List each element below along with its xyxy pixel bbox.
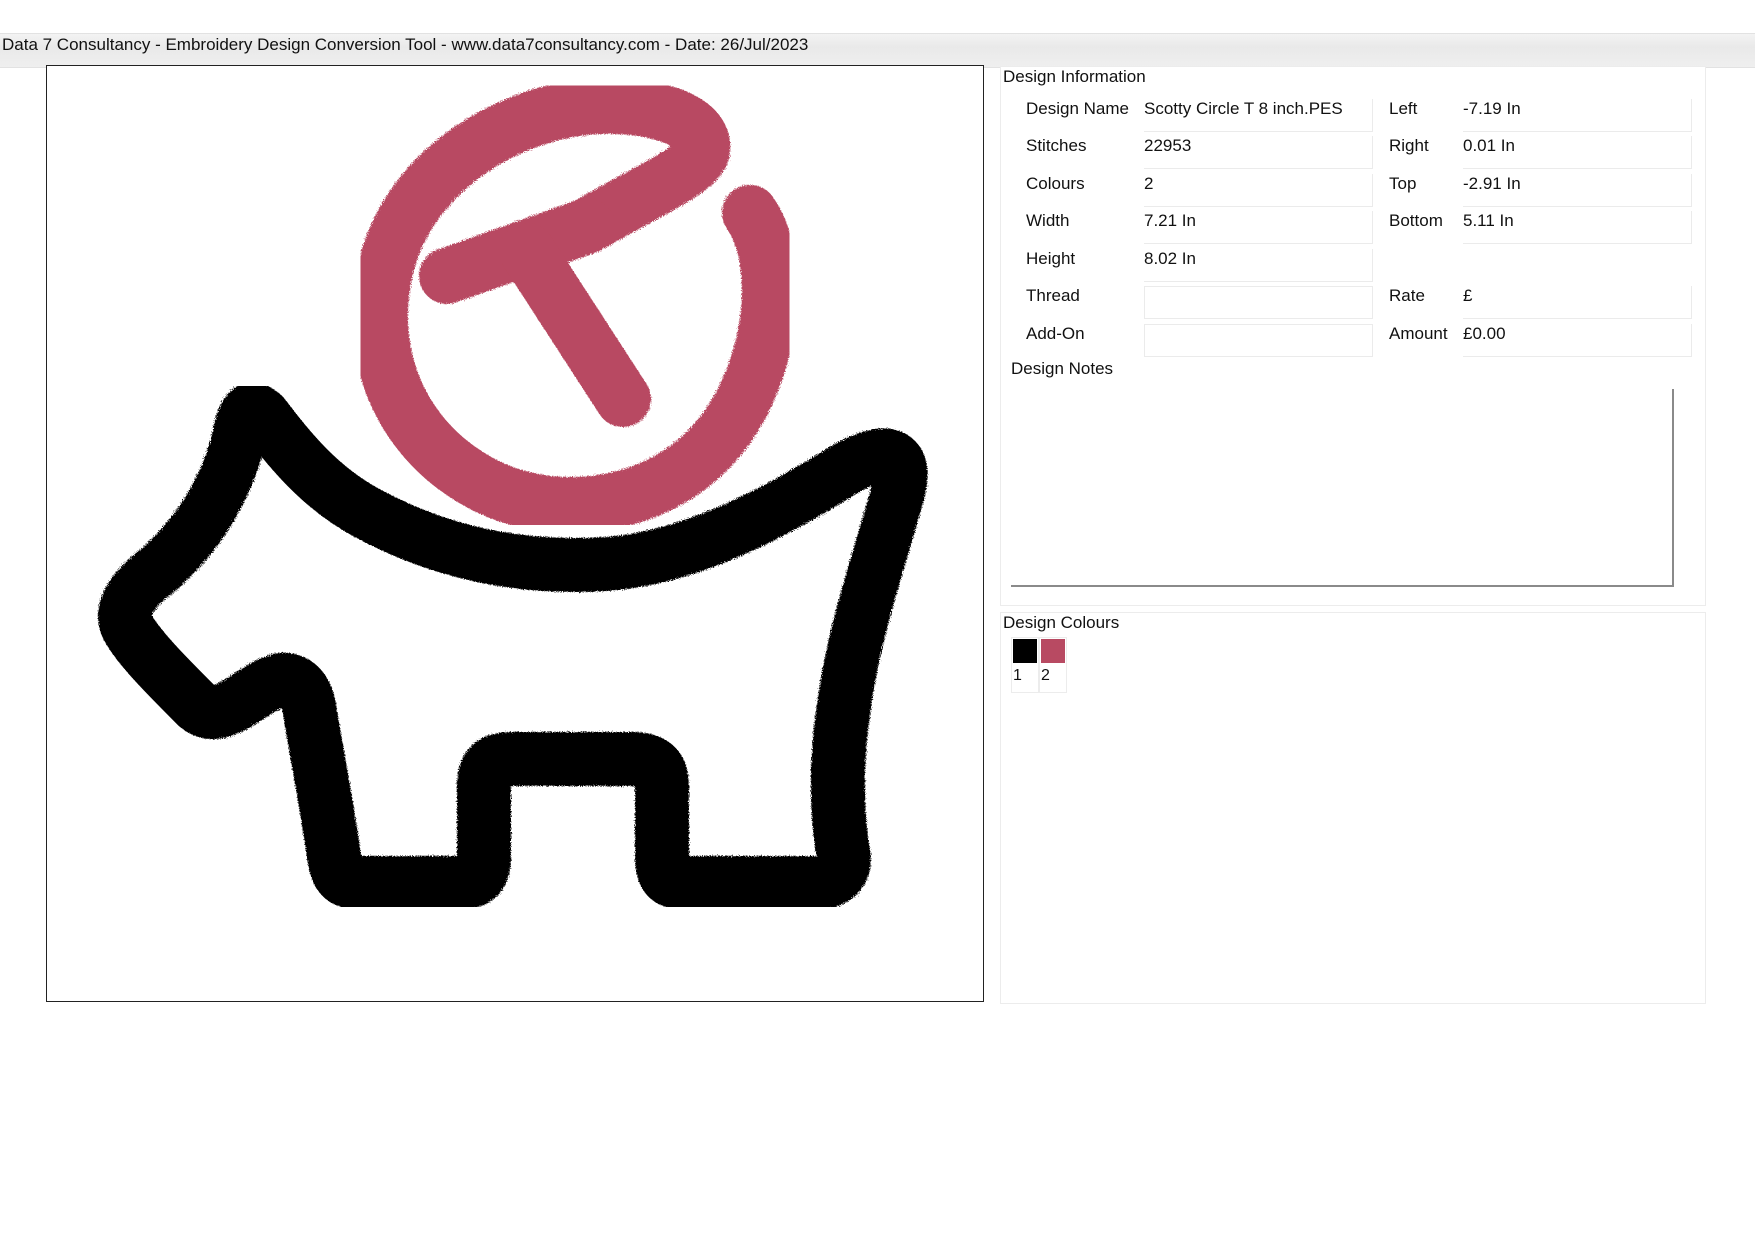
- stitches-field: 22953: [1144, 136, 1373, 169]
- design-preview-image: [98, 77, 928, 910]
- design-colours-title: Design Colours: [1003, 613, 1120, 632]
- design-colours-panel: Design Colours 1 2: [1000, 612, 1706, 1004]
- add-on-field: [1144, 324, 1373, 357]
- colour-swatch-2: [1041, 639, 1065, 663]
- design-notes-label: Design Notes: [1011, 359, 1114, 378]
- colours-field: 2: [1144, 174, 1373, 207]
- height-label: Height: [1026, 249, 1076, 268]
- left-label: Left: [1389, 99, 1418, 118]
- bottom-label: Bottom: [1389, 211, 1443, 230]
- design-information-panel: Design Information Design Name Scotty Ci…: [1000, 66, 1706, 606]
- rate-label: Rate: [1389, 286, 1425, 305]
- top-field: -2.91 In: [1463, 174, 1692, 207]
- right-label: Right: [1389, 136, 1429, 155]
- bottom-field: 5.11 In: [1463, 211, 1692, 244]
- colour-number-1: 1: [1013, 667, 1022, 684]
- width-field: 7.21 In: [1144, 211, 1373, 244]
- left-field: -7.19 In: [1463, 99, 1692, 132]
- circle-t-stitching: [352, 77, 798, 533]
- design-information-title: Design Information: [1003, 67, 1146, 86]
- header-bar: Data 7 Consultancy - Embroidery Design C…: [0, 33, 1755, 68]
- design-notes-field[interactable]: [1011, 389, 1674, 587]
- amount-field: £0.00: [1463, 324, 1692, 357]
- rate-field: £: [1463, 286, 1692, 319]
- colours-label: Colours: [1026, 174, 1085, 193]
- thread-field: [1144, 286, 1373, 319]
- add-on-label: Add-On: [1026, 324, 1085, 343]
- amount-label: Amount: [1389, 324, 1448, 343]
- header-title: Data 7 Consultancy - Embroidery Design C…: [2, 35, 809, 54]
- width-label: Width: [1026, 211, 1070, 230]
- colour-swatch-1: [1013, 639, 1037, 663]
- design-name-label: Design Name: [1026, 99, 1129, 118]
- design-preview: [46, 65, 984, 1002]
- colour-number-2: 2: [1041, 667, 1050, 684]
- height-field: 8.02 In: [1144, 249, 1373, 282]
- right-field: 0.01 In: [1463, 136, 1692, 169]
- thread-label: Thread: [1026, 286, 1080, 305]
- design-name-field: Scotty Circle T 8 inch.PES: [1144, 99, 1373, 132]
- top-label: Top: [1389, 174, 1417, 193]
- stitches-label: Stitches: [1026, 136, 1087, 155]
